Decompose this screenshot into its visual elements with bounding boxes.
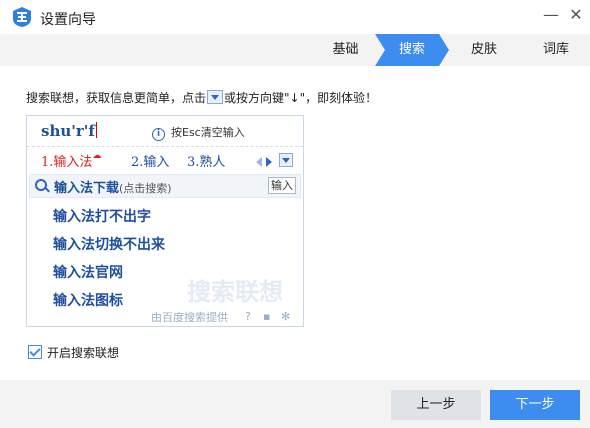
description-part1: 搜索联想，获取信息更简单，点击	[26, 91, 207, 105]
help-icon[interactable]: ?	[245, 310, 251, 323]
text-caret	[95, 122, 97, 138]
watermark-text: 搜索联想	[187, 278, 283, 306]
pinyin-text: shu'r'f	[41, 122, 95, 140]
settings-gear-icon[interactable]: ✻	[281, 310, 290, 323]
step-dictionary[interactable]: 词库	[525, 34, 587, 66]
candidate-1-text: 1.输入法	[41, 155, 93, 170]
window-title: 设置向导	[40, 12, 96, 28]
info-icon: i	[152, 128, 165, 141]
enable-search-suggestion-label[interactable]: 开启搜索联想	[47, 344, 119, 361]
ime-preview-panel: shu'r'f i 按Esc清空输入 1.输入法☁ 2.输入 3.熟人 输入法下载…	[26, 115, 304, 327]
description-part2: 或按方向键"↓"，即刻体验！	[224, 91, 378, 105]
dropdown-arrow-icon	[207, 90, 224, 104]
search-hint: (点击搜索)	[119, 182, 172, 195]
candidate-2[interactable]: 2.输入	[131, 151, 169, 170]
pinyin-composition: shu'r'f	[41, 122, 97, 140]
step-search[interactable]: 搜索	[375, 34, 449, 66]
step-basic[interactable]: 基础	[318, 34, 373, 66]
expand-dropdown-icon[interactable]	[279, 153, 293, 167]
search-suggestion-row[interactable]: 输入法下载(点击搜索) 输入	[29, 174, 301, 198]
suggestion-item[interactable]: 输入法切换不出来	[53, 234, 165, 254]
step-skin[interactable]: 皮肤	[452, 34, 516, 66]
search-icon	[35, 179, 47, 191]
search-term-text: 输入法下载	[54, 181, 120, 196]
step-navigation: 基础 搜索 皮肤 词库	[0, 34, 590, 66]
description-text: 搜索联想，获取信息更简单，点击 或按方向键"↓"，即刻体验！	[26, 89, 377, 106]
suggestion-item[interactable]: 输入法打不出字	[53, 206, 151, 226]
minimize-button[interactable]: —	[540, 4, 562, 26]
close-button[interactable]: ✕	[565, 4, 587, 26]
provided-by-text: 由百度搜索提供	[151, 311, 228, 324]
app-logo-icon	[13, 7, 31, 27]
input-tag-button[interactable]: 输入	[268, 177, 296, 194]
title-bar: 设置向导 — ✕	[0, 0, 590, 34]
esc-hint-text: 按Esc清空输入	[171, 126, 245, 139]
previous-step-button[interactable]: 上一步	[391, 390, 481, 420]
candidate-3[interactable]: 3.熟人	[187, 151, 225, 170]
search-term[interactable]: 输入法下载(点击搜索)	[54, 177, 172, 196]
esc-hint: i 按Esc清空输入	[152, 124, 245, 141]
next-page-icon[interactable]	[266, 157, 272, 167]
candidate-1[interactable]: 1.输入法☁	[41, 151, 101, 170]
candidate-row: 1.输入法☁ 2.输入 3.熟人	[27, 146, 303, 173]
suggestion-item[interactable]: 输入法官网	[53, 262, 123, 282]
enable-search-suggestion-checkbox[interactable]	[28, 345, 42, 359]
prev-page-icon[interactable]	[256, 157, 262, 167]
footer-bar: 上一步 下一步	[0, 380, 590, 428]
suggestion-item[interactable]: 输入法图标	[53, 290, 123, 310]
feedback-icon[interactable]: ▪	[263, 310, 270, 323]
cloud-icon: ☁	[92, 151, 102, 161]
next-step-button[interactable]: 下一步	[490, 390, 580, 420]
